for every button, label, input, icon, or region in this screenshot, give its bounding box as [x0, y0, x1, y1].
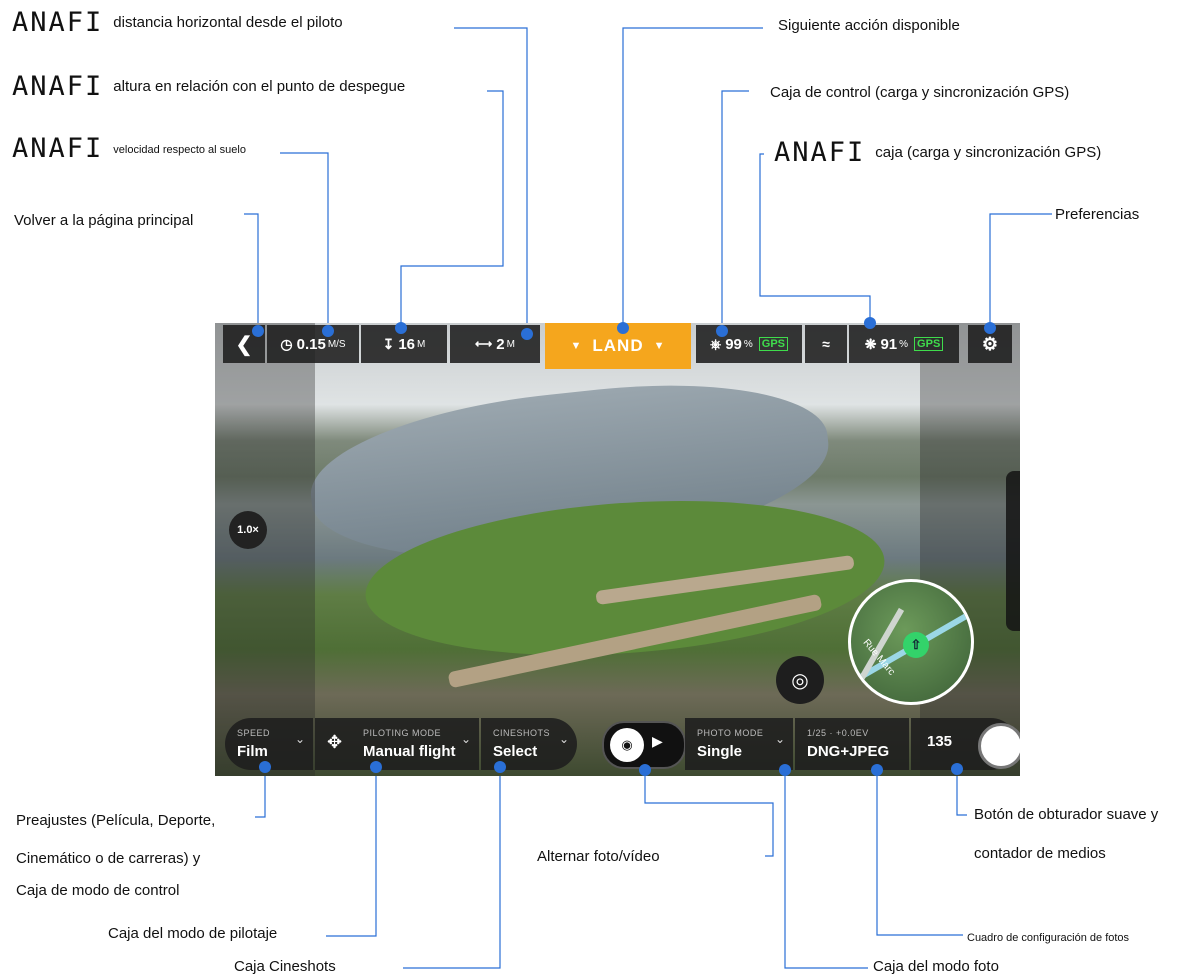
annotation-photo-mode: Caja del modo foto [873, 958, 999, 975]
distance-icon: ⟷ [475, 337, 493, 351]
height-icon: ↧ [382, 335, 395, 352]
photo-video-toggle[interactable]: ◉ ▶ [602, 721, 686, 769]
zoom-indicator[interactable]: 1.0× [229, 511, 267, 549]
move-arrows-icon: ✥ [327, 732, 343, 752]
callout-dot [779, 764, 791, 776]
annotation-shutter-line1: Botón de obturador suave y [974, 806, 1159, 823]
callout-dot [322, 325, 334, 337]
annotation-piloting-mode: Caja del modo de pilotaje [108, 925, 278, 942]
anafi-logo-text: ANAFI [12, 133, 104, 165]
triangle-down-icon: ▼ [653, 340, 666, 352]
annotation-anafi-box: ANAFI caja (carga y sincronización GPS) [774, 137, 1102, 169]
chevron-down-icon: ⌄ [558, 732, 569, 746]
annotation-horizontal-distance: ANAFI distancia horizontal desde el pilot… [12, 7, 343, 39]
anafi-logo-text: ANAFI [12, 7, 104, 39]
controller-icon: ⎈ [709, 335, 722, 352]
video-camera-icon[interactable]: ▶ [652, 733, 663, 750]
annotation-presets-line1: Preajustes (Película, Deporte, [16, 812, 216, 829]
left-panel [215, 323, 315, 776]
wifi-icon: ≈ [822, 336, 830, 352]
callout-dot [521, 328, 533, 340]
callout-dot [252, 325, 264, 337]
center-target-button[interactable]: ◎ [776, 656, 824, 704]
annotation-presets-line2: Cinemático o de carreras) y [16, 850, 201, 867]
callout-dot [395, 322, 407, 334]
annotation-controller-box: Caja de control (carga y sincronización … [770, 84, 1070, 101]
callout-dot [494, 761, 506, 773]
gps-badge: GPS [758, 337, 789, 351]
drone-location-icon: ⇧ [903, 632, 929, 658]
minimap[interactable]: ⇧ Rue Marc [848, 579, 974, 705]
camera-icon[interactable]: ◉ [610, 728, 644, 762]
gear-icon: ⚙ [981, 333, 999, 354]
gimbal-tilt-slider[interactable] [1006, 471, 1020, 631]
crosshair-icon: ◎ [791, 669, 809, 692]
chevron-left-icon: ❮ [235, 333, 253, 356]
shutter-button[interactable] [978, 723, 1020, 769]
callout-dot [716, 325, 728, 337]
triangle-down-icon: ▼ [570, 340, 583, 352]
callout-dot [984, 322, 996, 334]
annotation-ground-speed: ANAFI velocidad respecto al suelo [12, 133, 246, 165]
drone-camera-screen: ❮ ◷ 0.15 M/S ↧ 16 M ⟷ 2M ▼ LAND ▼ ⎈ 99% GP… [215, 323, 1020, 776]
anafi-logo-text: ANAFI [12, 71, 104, 103]
ground-speed-indicator: ◷ 0.15 M/S [267, 325, 359, 363]
anafi-logo-text: ANAFI [774, 137, 866, 169]
callout-dot [871, 764, 883, 776]
photo-mode-box[interactable]: PHOTO MODE Single ⌄ [685, 718, 793, 770]
gps-badge: GPS [914, 337, 944, 351]
callout-dot [864, 317, 876, 329]
piloting-mode-box[interactable]: ✥ PILOTING MODE Manual flight ⌄ [315, 718, 479, 770]
annotation-photo-settings: Cuadro de configuración de fotos [967, 932, 1130, 944]
controller-status-box[interactable]: ⎈ 99% GPS [696, 325, 802, 363]
media-counter[interactable]: 135 [927, 733, 952, 750]
callout-dot [639, 764, 651, 776]
callout-dot [951, 763, 963, 775]
callout-dot [370, 761, 382, 773]
annotation-back-home: Volver a la página principal [14, 212, 194, 229]
annotation-shutter-line2: contador de medios [974, 845, 1106, 862]
chevron-down-icon: ⌄ [460, 732, 471, 746]
chevron-down-icon: ⌄ [774, 732, 785, 746]
drone-icon: ❋ [864, 335, 877, 352]
annotation-preferences: Preferencias [1055, 206, 1140, 223]
callout-dot [617, 322, 629, 334]
speedometer-icon: ◷ [280, 335, 293, 352]
drone-status-box[interactable]: ❋ 91% GPS [849, 325, 959, 363]
right-panel [920, 323, 1020, 776]
wifi-indicator: ≈ [805, 325, 847, 363]
chevron-down-icon: ⌄ [294, 732, 305, 746]
callout-dot [259, 761, 271, 773]
annotation-presets-line3: Caja de modo de control [16, 882, 180, 899]
photo-settings-box[interactable]: 1/25 · +0.0EV DNG+JPEG [795, 718, 909, 770]
annotation-next-action: Siguiente acción disponible [778, 17, 960, 34]
annotation-photo-video-toggle: Alternar foto/vídeo [537, 848, 660, 865]
annotation-height: ANAFI altura en relación con el punto de … [12, 71, 406, 103]
annotation-cineshots: Caja Cineshots [234, 958, 336, 975]
